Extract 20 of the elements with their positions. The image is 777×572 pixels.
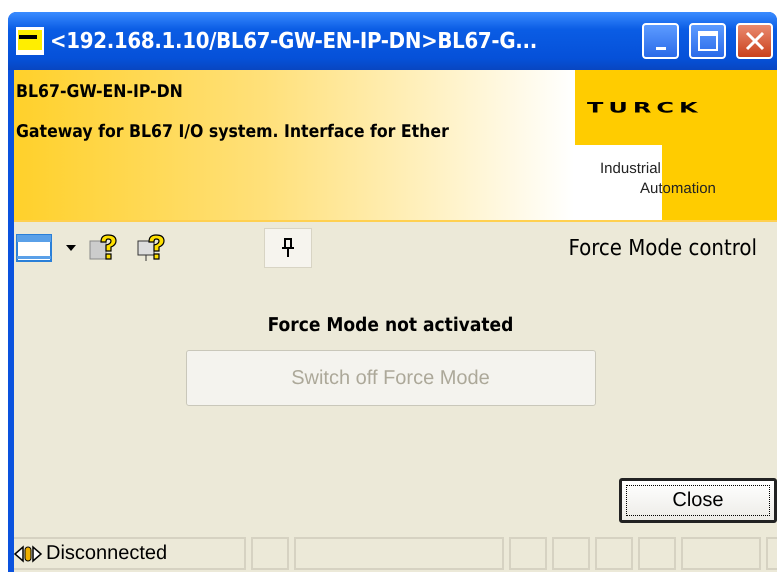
pin-button[interactable]	[264, 228, 312, 268]
window-title: <192.168.1.10/BL67-GW-EN-IP-DN>BL67-G...	[50, 28, 538, 54]
panel-heading: Force Mode control	[568, 236, 757, 260]
pin-icon	[281, 238, 295, 258]
dropdown-arrow-icon[interactable]	[66, 245, 76, 251]
close-button[interactable]	[736, 23, 773, 59]
maximize-icon	[696, 30, 718, 52]
device-description: Gateway for BL67 I/O system. Interface for Ether	[16, 122, 450, 142]
maximize-button[interactable]	[689, 23, 726, 59]
close-dialog-button[interactable]: Close	[619, 478, 777, 523]
logo: TURCK	[586, 98, 704, 118]
minimize-icon	[656, 46, 666, 50]
plug-icon	[14, 542, 42, 564]
connection-status: Disconnected	[46, 542, 168, 565]
minimize-button[interactable]	[642, 23, 679, 59]
device-name: BL67-GW-EN-IP-DN	[16, 82, 184, 102]
close-icon	[744, 30, 766, 52]
app-icon	[16, 27, 44, 55]
status-message: Force Mode not activated	[268, 314, 514, 336]
window-icon[interactable]	[16, 234, 52, 262]
